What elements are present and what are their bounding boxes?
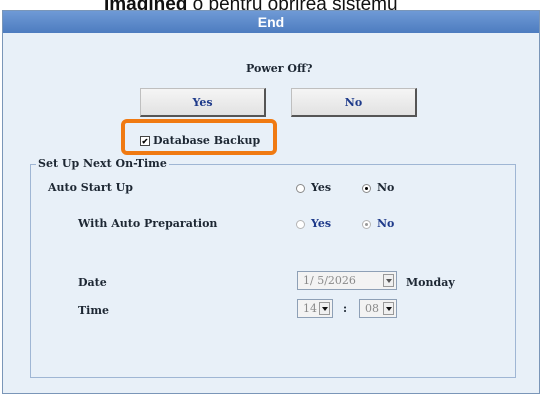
minute-select[interactable]: 08 xyxy=(359,299,397,318)
auto-start-no-radio[interactable]: No xyxy=(362,181,394,194)
radio-icon xyxy=(296,183,305,193)
chevron-down-icon[interactable] xyxy=(383,274,394,287)
auto-prep-yes-radio[interactable]: Yes xyxy=(296,217,331,230)
radio-icon xyxy=(296,219,305,229)
auto-start-yes-radio[interactable]: Yes xyxy=(296,181,331,194)
date-value: 1/ 5/2026 xyxy=(303,274,356,287)
dialog-title: End xyxy=(3,11,539,33)
hour-select[interactable]: 14 xyxy=(297,299,333,318)
power-off-question: Power Off? xyxy=(246,62,313,75)
date-picker[interactable]: 1/ 5/2026 xyxy=(297,271,397,290)
radio-selected-icon xyxy=(362,183,371,193)
next-on-time-legend: Set Up Next On-Time xyxy=(36,157,169,170)
chevron-down-icon[interactable] xyxy=(319,302,330,315)
minute-value: 08 xyxy=(365,302,379,315)
highlight-box xyxy=(121,119,277,155)
time-separator: : xyxy=(343,302,348,315)
auto-prep-no-radio[interactable]: No xyxy=(362,217,394,230)
weekday-label: Monday xyxy=(406,276,455,289)
radio-selected-icon xyxy=(362,219,371,229)
chevron-down-icon[interactable] xyxy=(383,302,394,315)
no-button[interactable]: No xyxy=(291,88,417,117)
yes-button[interactable]: Yes xyxy=(140,88,266,117)
next-on-time-group xyxy=(30,164,516,378)
time-label: Time xyxy=(78,304,110,317)
hour-value: 14 xyxy=(303,302,317,315)
auto-prep-label: With Auto Preparation xyxy=(78,217,218,230)
auto-start-label: Auto Start Up xyxy=(48,181,133,194)
date-label: Date xyxy=(78,276,107,289)
